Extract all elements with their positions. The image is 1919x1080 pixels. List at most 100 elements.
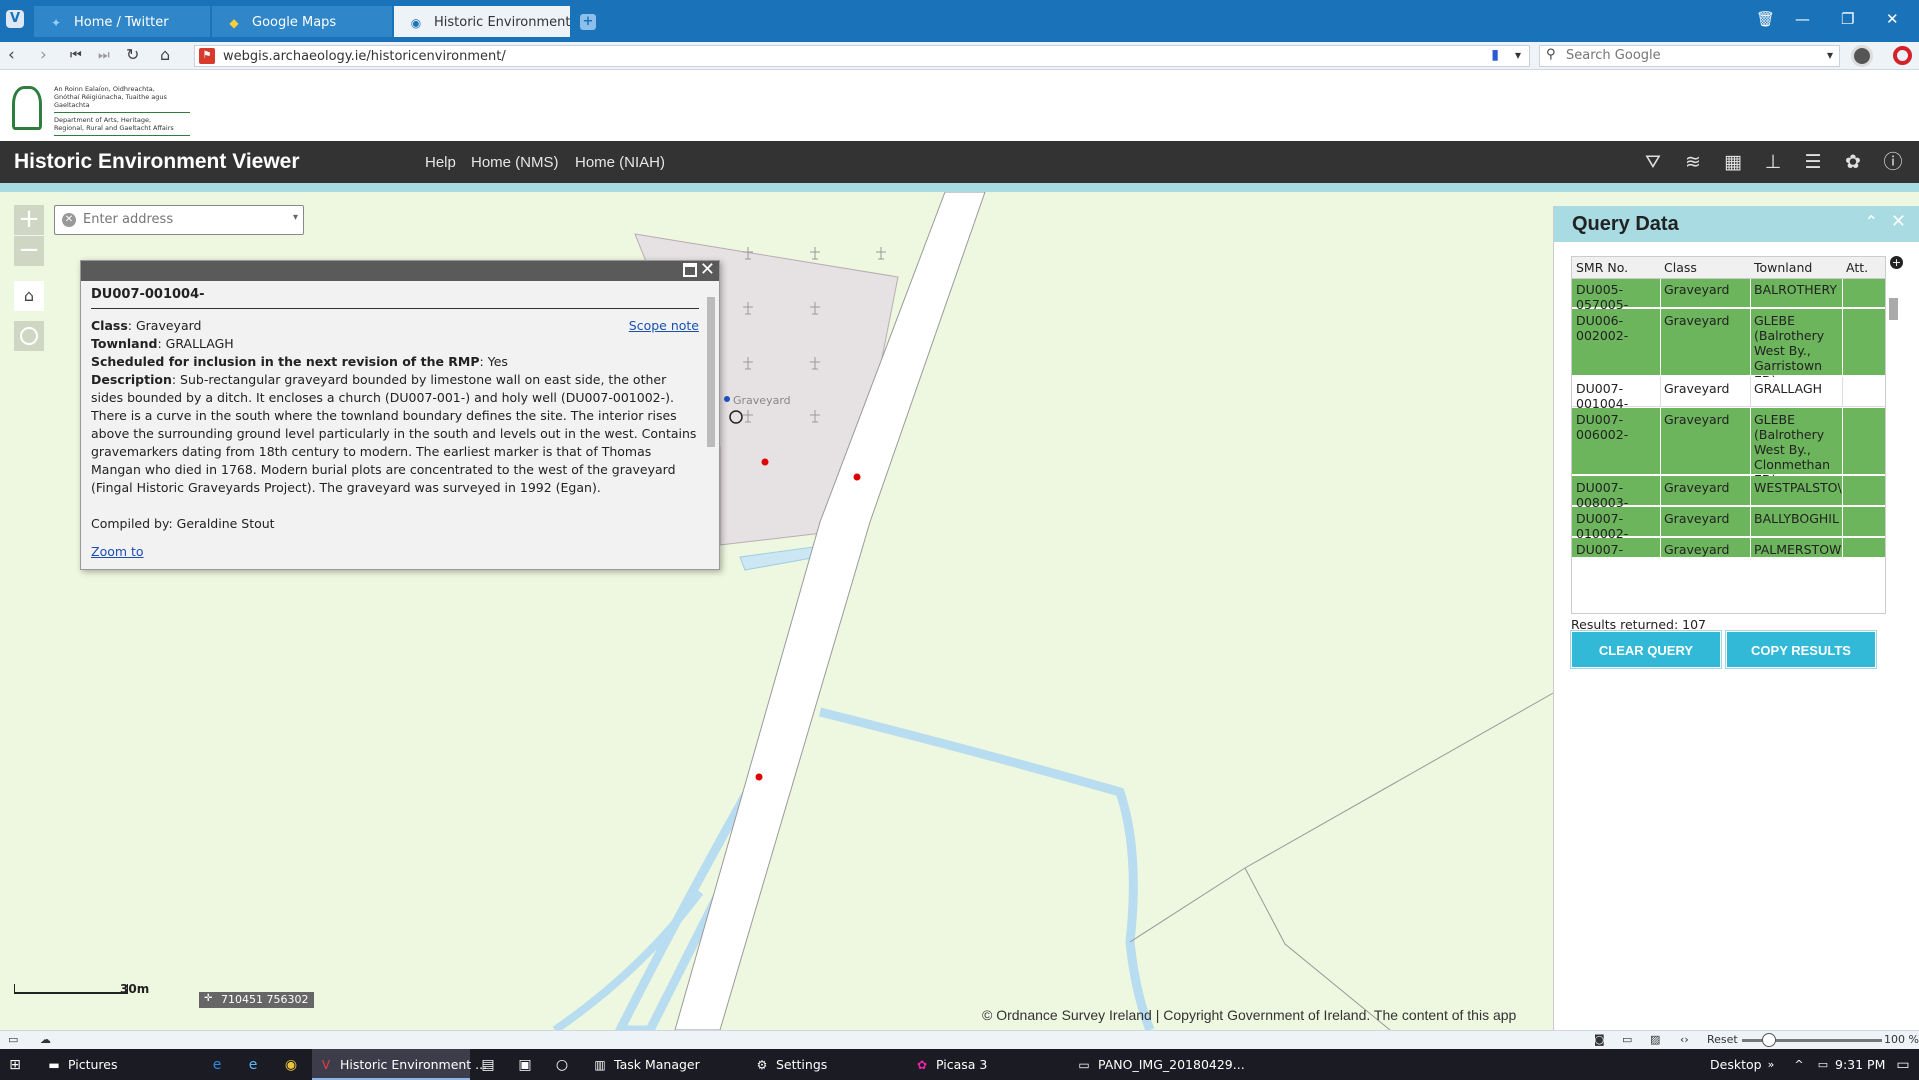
info-icon[interactable]: ⓘ: [1881, 150, 1905, 174]
column-header-smr[interactable]: SMR No.: [1576, 260, 1628, 275]
code-icon[interactable]: ‹›: [1680, 1033, 1689, 1046]
taskbar-item-pictures[interactable]: ▬ Pictures: [40, 1049, 200, 1080]
filter-icon[interactable]: ⛛: [1641, 150, 1665, 174]
nav-link-help[interactable]: Help: [425, 154, 456, 171]
chevron-down-icon[interactable]: ▾: [1827, 48, 1833, 62]
zoom-in-button[interactable]: +: [14, 205, 44, 235]
column-header-townland[interactable]: Townland: [1754, 260, 1812, 275]
nav-link-home-nms[interactable]: Home (NMS): [471, 154, 559, 171]
close-icon[interactable]: ✕: [700, 260, 715, 280]
terminal-icon[interactable]: ▣: [516, 1056, 534, 1074]
table-row[interactable]: DU007- 001004- Graveyard GRALLAGH: [1572, 377, 1885, 411]
site-marker[interactable]: [724, 396, 730, 402]
edge-icon[interactable]: e: [208, 1056, 226, 1074]
basemap-icon[interactable]: ✿: [1841, 150, 1865, 174]
zoom-to-link[interactable]: Zoom to: [91, 543, 144, 561]
address-bar[interactable]: ⚑ webgis.archaeology.ie/historicenvironm…: [194, 45, 1530, 67]
chevron-down-icon[interactable]: ▾: [293, 212, 298, 223]
forward-icon[interactable]: ›: [40, 45, 47, 65]
address-input[interactable]: [83, 212, 283, 227]
chevron-icon[interactable]: »: [1762, 1056, 1780, 1074]
close-icon[interactable]: ✕: [1891, 211, 1906, 232]
vivaldi-menu-icon[interactable]: V: [6, 10, 24, 28]
chrome-icon[interactable]: ◉: [282, 1056, 300, 1074]
windows-start-icon[interactable]: ⊞: [6, 1056, 24, 1074]
locate-button[interactable]: [14, 321, 44, 351]
tile-icon[interactable]: ▭: [1622, 1033, 1632, 1046]
taskbar-item-settings[interactable]: ⚙ Settings: [748, 1049, 908, 1080]
table-scrollbar[interactable]: [1886, 256, 1900, 614]
panel-toggle-icon[interactable]: ▭: [8, 1033, 18, 1046]
copy-results-button[interactable]: COPY RESULTS: [1726, 631, 1876, 668]
slider-handle[interactable]: [1762, 1033, 1776, 1047]
home-icon[interactable]: ⌂: [160, 45, 170, 64]
close-window-button[interactable]: ✕: [1886, 10, 1899, 28]
back-icon[interactable]: ‹: [8, 45, 15, 65]
popup-scrollbar[interactable]: [705, 285, 717, 567]
notepad-icon[interactable]: ▤: [479, 1056, 497, 1074]
search-box[interactable]: ⚲ ▾: [1539, 45, 1840, 67]
search-input[interactable]: [1566, 48, 1806, 63]
table-row[interactable]: DU006- 002002- Graveyard GLEBE (Balrothery…: [1572, 309, 1885, 388]
zoom-out-button[interactable]: −: [14, 236, 44, 266]
reload-icon[interactable]: ↻: [126, 45, 139, 64]
scroll-thumb[interactable]: [1889, 298, 1898, 320]
bookmark-icon[interactable]: ▮: [1491, 47, 1499, 63]
clear-query-button[interactable]: CLEAR QUERY: [1571, 631, 1721, 668]
taskbar-item-pano-image[interactable]: ▭ PANO_IMG_20180429...: [1070, 1049, 1244, 1080]
taskbar-item-task-manager[interactable]: ▥ Task Manager: [586, 1049, 746, 1080]
column-header-att[interactable]: Att.: [1846, 260, 1868, 275]
reset-zoom-button[interactable]: Reset: [1707, 1033, 1738, 1046]
desktop-toolbar[interactable]: Desktop: [1710, 1049, 1762, 1080]
site-marker[interactable]: [755, 773, 763, 781]
collapse-icon[interactable]: ⌃: [1865, 212, 1878, 231]
query-panel-title: Query Data: [1572, 213, 1679, 235]
camera-icon[interactable]: ◙: [1594, 1033, 1605, 1046]
tab-label: Home / Twitter: [74, 15, 169, 30]
address-search[interactable]: ✕ ▾: [54, 205, 304, 235]
tray-expand-icon[interactable]: ^: [1790, 1056, 1808, 1074]
notifications-icon[interactable]: ▭: [1894, 1056, 1912, 1074]
column-header-class[interactable]: Class: [1664, 260, 1697, 275]
clock[interactable]: 9:31 PM: [1835, 1049, 1885, 1080]
home-extent-button[interactable]: ⌂: [14, 281, 44, 311]
rewind-icon[interactable]: ⏮: [70, 48, 82, 63]
extension-icon[interactable]: [1893, 46, 1912, 65]
taskbar-item-picasa[interactable]: ✿ Picasa 3: [908, 1049, 1068, 1080]
taskbar-item-historic-environment[interactable]: V Historic Environment ...: [312, 1049, 487, 1080]
image-icon[interactable]: ▨: [1650, 1033, 1660, 1046]
clear-icon[interactable]: ✕: [62, 213, 76, 227]
layers-icon[interactable]: ≋: [1681, 150, 1705, 174]
zoom-slider[interactable]: [1742, 1033, 1882, 1047]
site-marker[interactable]: [761, 458, 769, 466]
scroll-thumb[interactable]: [707, 297, 715, 447]
ie-icon[interactable]: e: [244, 1056, 262, 1074]
tab-google-maps[interactable]: ◆ Google Maps: [212, 6, 392, 37]
site-marker[interactable]: [853, 473, 861, 481]
grid-icon[interactable]: ▦: [1721, 150, 1745, 174]
tab-twitter[interactable]: ✦ Home / Twitter: [34, 6, 210, 37]
restore-button[interactable]: ❐: [1841, 10, 1854, 28]
table-row[interactable]: DU007- Graveyard PALMERSTOW: [1572, 538, 1885, 558]
trash-icon[interactable]: 🗑: [1756, 10, 1775, 28]
tab-historic-environment[interactable]: ◉ Historic Environment Viewe: [394, 6, 570, 37]
chevron-down-icon[interactable]: ▾: [1515, 48, 1521, 62]
minimize-button[interactable]: —: [1795, 10, 1810, 28]
legend-icon[interactable]: ☰: [1801, 150, 1825, 174]
scope-note-link[interactable]: Scope note: [629, 317, 699, 335]
table-row[interactable]: DU007- 006002- Graveyard GLEBE (Balrothery…: [1572, 408, 1885, 487]
table-row[interactable]: DU007- 010002- Graveyard BALLYBOGHIL: [1572, 507, 1885, 541]
network-icon[interactable]: ▭: [1814, 1056, 1832, 1074]
table-row[interactable]: DU005- 057005- Graveyard BALROTHERY: [1572, 278, 1885, 312]
profile-icon[interactable]: [1851, 45, 1873, 67]
security-badge-icon[interactable]: ⚑: [199, 48, 215, 64]
sync-icon[interactable]: ☁: [40, 1033, 51, 1046]
maximize-icon[interactable]: [683, 263, 697, 277]
nav-link-home-niah[interactable]: Home (NIAH): [575, 154, 665, 171]
fast-forward-icon[interactable]: ⏭: [98, 48, 110, 63]
new-tab-button[interactable]: +: [580, 14, 596, 30]
cortana-icon[interactable]: ○: [553, 1056, 571, 1074]
measure-icon[interactable]: ⊥: [1761, 150, 1785, 174]
table-row[interactable]: DU007- 008003- Graveyard WESTPALSTO\: [1572, 476, 1885, 510]
popup-header[interactable]: ✕: [81, 260, 719, 281]
